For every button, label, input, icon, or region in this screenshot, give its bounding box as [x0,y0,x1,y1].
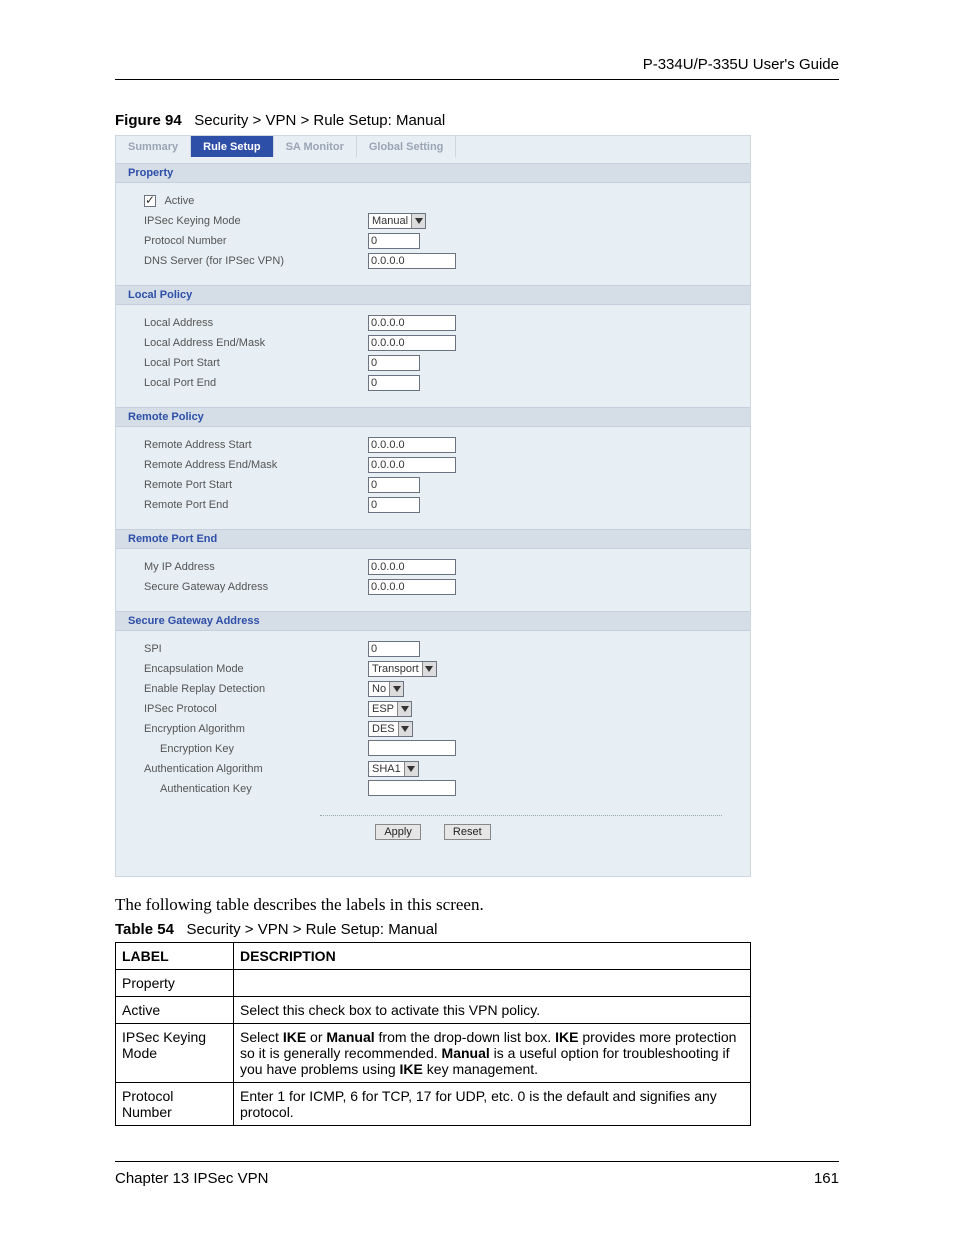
local-input-0[interactable]: 0.0.0.0 [368,315,456,331]
section-property-head: Property [116,163,750,183]
local-label-0: Local Address [144,317,368,329]
remote-label-3: Remote Port End [144,499,368,511]
footer-chapter: Chapter 13 IPSec VPN [115,1170,268,1187]
figure-caption: Figure 94 Security > VPN > Rule Setup: M… [115,112,839,129]
table-caption: Table 54 Security > VPN > Rule Setup: Ma… [115,921,839,938]
remote-label-1: Remote Address End/Mask [144,459,368,471]
vpn-rule-setup-screenshot: Summary Rule Setup SA Monitor Global Set… [115,135,751,877]
local-input-3[interactable]: 0 [368,375,420,391]
property-select-0[interactable]: Manual [368,213,426,229]
remote-label-2: Remote Port Start [144,479,368,491]
rpe-label-1: Secure Gateway Address [144,581,368,593]
th-label: LABEL [116,943,234,970]
tab-bar: Summary Rule Setup SA Monitor Global Set… [116,136,750,157]
property-input-1[interactable]: 0 [368,233,420,249]
property-input-2[interactable]: 0.0.0.0 [368,253,456,269]
sga-select-3[interactable]: ESP [368,701,412,717]
reset-button[interactable]: Reset [444,824,491,840]
sga-select-4[interactable]: DES [368,721,413,737]
sga-label-7: Authentication Key [144,783,368,795]
sga-input-7[interactable] [368,780,456,796]
dotted-separator [320,815,722,816]
property-label-2: DNS Server (for IPSec VPN) [144,255,368,267]
chevron-down-icon [404,762,418,776]
intro-paragraph: The following table describes the labels… [115,895,839,915]
header-rule [115,79,839,80]
remote-input-0[interactable]: 0.0.0.0 [368,437,456,453]
chevron-down-icon [398,722,412,736]
th-description: DESCRIPTION [234,943,751,970]
section-local-head: Local Policy [116,285,750,305]
apply-button[interactable]: Apply [375,824,421,840]
sga-label-0: SPI [144,643,368,655]
guide-title: P-334U/P-335U User's Guide [115,56,839,73]
tab-rule-setup[interactable]: Rule Setup [191,136,273,157]
rpe-input-1[interactable]: 0.0.0.0 [368,579,456,595]
table-row: ActiveSelect this check box to activate … [116,997,751,1024]
table-row: Property [116,970,751,997]
footer-page: 161 [814,1170,839,1187]
local-input-2[interactable]: 0 [368,355,420,371]
sga-select-1[interactable]: Transport [368,661,437,677]
sga-label-5: Encryption Key [144,743,368,755]
chevron-down-icon [422,662,436,676]
sga-select-2[interactable]: No [368,681,404,697]
section-rpe-head: Remote Port End [116,529,750,549]
remote-label-0: Remote Address Start [144,439,368,451]
sga-input-5[interactable] [368,740,456,756]
active-label: Active [164,195,194,207]
description-table: LABEL DESCRIPTION PropertyActiveSelect t… [115,942,751,1126]
tab-sa-monitor[interactable]: SA Monitor [274,136,357,157]
tab-global-setting[interactable]: Global Setting [357,136,457,157]
table-row: Protocol NumberEnter 1 for ICMP, 6 for T… [116,1083,751,1126]
local-input-1[interactable]: 0.0.0.0 [368,335,456,351]
property-label-0: IPSec Keying Mode [144,215,368,227]
table-row: IPSec Keying ModeSelect IKE or Manual fr… [116,1024,751,1083]
local-label-3: Local Port End [144,377,368,389]
sga-label-3: IPSec Protocol [144,703,368,715]
chevron-down-icon [397,702,411,716]
section-remote-head: Remote Policy [116,407,750,427]
remote-input-2[interactable]: 0 [368,477,420,493]
remote-input-3[interactable]: 0 [368,497,420,513]
chevron-down-icon [411,214,425,228]
sga-label-4: Encryption Algorithm [144,723,368,735]
chevron-down-icon [389,682,403,696]
property-label-1: Protocol Number [144,235,368,247]
sga-input-0[interactable]: 0 [368,641,420,657]
active-checkbox[interactable] [144,195,156,207]
local-label-1: Local Address End/Mask [144,337,368,349]
local-label-2: Local Port Start [144,357,368,369]
tab-summary[interactable]: Summary [116,136,191,157]
sga-select-6[interactable]: SHA1 [368,761,419,777]
rpe-label-0: My IP Address [144,561,368,573]
sga-label-6: Authentication Algorithm [144,763,368,775]
sga-label-2: Enable Replay Detection [144,683,368,695]
sga-label-1: Encapsulation Mode [144,663,368,675]
section-sga-head: Secure Gateway Address [116,611,750,631]
remote-input-1[interactable]: 0.0.0.0 [368,457,456,473]
rpe-input-0[interactable]: 0.0.0.0 [368,559,456,575]
